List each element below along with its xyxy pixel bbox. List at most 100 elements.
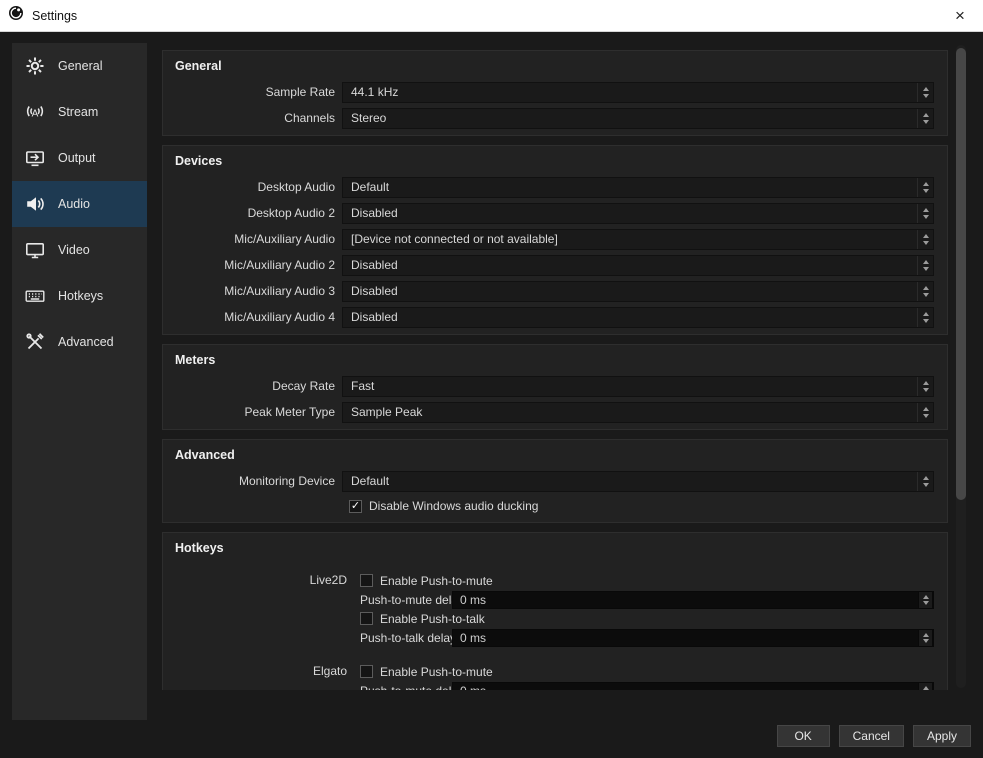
monitoring-device-select[interactable]: Default bbox=[342, 470, 934, 492]
select-value: Fast bbox=[351, 379, 375, 393]
settings-content: General Sample Rate 44.1 kHz Channels St… bbox=[162, 43, 948, 690]
close-icon[interactable]: × bbox=[945, 3, 975, 29]
select-value: Disabled bbox=[351, 206, 398, 220]
spinner-arrows[interactable] bbox=[917, 307, 933, 327]
chevron-up-icon bbox=[922, 475, 929, 480]
decay-rate-select[interactable]: Fast bbox=[342, 375, 934, 397]
push-to-mute-delay-input[interactable]: 0 ms bbox=[452, 590, 934, 609]
chevron-down-icon bbox=[922, 482, 929, 487]
apply-button[interactable]: Apply bbox=[912, 725, 971, 747]
sample-rate-select[interactable]: 44.1 kHz bbox=[342, 81, 934, 103]
chevron-down-icon bbox=[922, 214, 929, 219]
checkbox-label: Enable Push-to-talk bbox=[380, 611, 485, 626]
checkbox-label: Enable Push-to-mute bbox=[380, 664, 493, 679]
enable-push-to-talk-checkbox[interactable] bbox=[360, 612, 373, 625]
desktop-audio-select[interactable]: Default bbox=[342, 176, 934, 198]
select-value: Disabled bbox=[351, 284, 398, 298]
obs-logo-icon bbox=[8, 5, 24, 26]
disable-audio-ducking-checkbox[interactable] bbox=[349, 499, 362, 513]
chevron-up-icon bbox=[922, 112, 929, 117]
spinner-arrows[interactable] bbox=[917, 281, 933, 301]
form-row: Channels Stereo bbox=[175, 105, 934, 131]
field-label: Push-to-talk delay bbox=[360, 630, 457, 645]
hotkey-checkbox-row: Enable Push-to-mute bbox=[360, 571, 934, 590]
section-general: General Sample Rate 44.1 kHz Channels St… bbox=[162, 50, 948, 136]
scrollbar-thumb[interactable] bbox=[956, 48, 966, 500]
hotkey-group-live2d: Live2D Enable Push-to-mute Push-to-mute … bbox=[175, 571, 934, 647]
channels-select[interactable]: Stereo bbox=[342, 107, 934, 129]
spinner-arrows[interactable] bbox=[917, 82, 933, 102]
sidebar-item-audio[interactable]: Audio bbox=[12, 181, 147, 227]
spinner-arrows[interactable] bbox=[917, 108, 933, 128]
enable-push-to-mute-checkbox[interactable] bbox=[360, 574, 373, 587]
push-to-talk-delay-input[interactable]: 0 ms bbox=[452, 628, 934, 647]
form-row: Mic/Auxiliary Audio 2 Disabled bbox=[175, 252, 934, 278]
chevron-down-icon bbox=[922, 413, 929, 418]
mic-aux-audio-2-select[interactable]: Disabled bbox=[342, 254, 934, 276]
field-label: Desktop Audio 2 bbox=[247, 206, 335, 220]
mic-aux-audio-3-select[interactable]: Disabled bbox=[342, 280, 934, 302]
hotkey-checkbox-row: Enable Push-to-talk bbox=[360, 609, 934, 628]
section-devices: Devices Desktop Audio Default Desktop Au… bbox=[162, 145, 948, 335]
desktop-audio-2-select[interactable]: Disabled bbox=[342, 202, 934, 224]
spinner-arrows[interactable] bbox=[918, 590, 933, 609]
field-label: Mic/Auxiliary Audio 3 bbox=[224, 284, 335, 298]
select-value: Disabled bbox=[351, 310, 398, 324]
chevron-up-icon bbox=[922, 406, 929, 411]
field-label: Mic/Auxiliary Audio bbox=[234, 232, 335, 246]
sidebar-item-label: Audio bbox=[58, 197, 90, 211]
sidebar-item-hotkeys[interactable]: Hotkeys bbox=[12, 273, 147, 319]
mic-aux-audio-4-select[interactable]: Disabled bbox=[342, 306, 934, 328]
ok-button[interactable]: OK bbox=[776, 725, 830, 747]
form-row: Mic/Auxiliary Audio 4 Disabled bbox=[175, 304, 934, 330]
sidebar-item-general[interactable]: General bbox=[12, 43, 147, 89]
spinner-arrows[interactable] bbox=[917, 255, 933, 275]
peak-meter-type-select[interactable]: Sample Peak bbox=[342, 401, 934, 423]
chevron-up-icon bbox=[922, 380, 929, 385]
chevron-up-icon bbox=[922, 594, 929, 599]
select-value: Default bbox=[351, 474, 390, 488]
push-to-mute-delay-input[interactable]: 0 ms bbox=[452, 681, 934, 690]
spinner-arrows[interactable] bbox=[917, 203, 933, 223]
section-meters: Meters Decay Rate Fast Peak Meter Type S… bbox=[162, 344, 948, 430]
spinner-arrows[interactable] bbox=[917, 471, 933, 491]
section-title: Devices bbox=[175, 154, 223, 168]
field-label: Push-to-mute delay bbox=[360, 684, 464, 691]
chevron-up-icon bbox=[922, 233, 929, 238]
spinner-arrows[interactable] bbox=[918, 681, 933, 690]
chevron-up-icon bbox=[922, 311, 929, 316]
form-row: Desktop Audio Default bbox=[175, 174, 934, 200]
settings-window: Settings × General A Stream Output Audio… bbox=[0, 0, 983, 758]
input-value: 0 ms bbox=[460, 592, 487, 607]
spinner-arrows[interactable] bbox=[917, 229, 933, 249]
enable-push-to-mute-checkbox[interactable] bbox=[360, 665, 373, 678]
window-title: Settings bbox=[32, 8, 78, 23]
field-label: Monitoring Device bbox=[238, 474, 335, 488]
cancel-button[interactable]: Cancel bbox=[838, 725, 904, 747]
sidebar-item-video[interactable]: Video bbox=[12, 227, 147, 273]
mic-aux-audio-select[interactable]: [Device not connected or not available] bbox=[342, 228, 934, 250]
chevron-up-icon bbox=[922, 259, 929, 264]
chevron-up-icon bbox=[922, 632, 929, 637]
sidebar-item-stream[interactable]: A Stream bbox=[12, 89, 147, 135]
hotkey-rows: Enable Push-to-mute Push-to-mute delay 0… bbox=[347, 571, 934, 647]
form-row: Peak Meter Type Sample Peak bbox=[175, 399, 934, 425]
chevron-down-icon bbox=[922, 387, 929, 392]
spinner-arrows[interactable] bbox=[917, 402, 933, 422]
vertical-scrollbar[interactable] bbox=[956, 45, 966, 688]
section-title: Meters bbox=[175, 353, 216, 367]
field-label: Decay Rate bbox=[272, 379, 335, 393]
hotkey-group-label: Live2D bbox=[309, 573, 347, 587]
form-row: Mic/Auxiliary Audio [Device not connecte… bbox=[175, 226, 934, 252]
chevron-down-icon bbox=[922, 93, 929, 98]
select-value: Stereo bbox=[351, 111, 387, 125]
chevron-up-icon bbox=[922, 86, 929, 91]
hotkey-spin-row: Push-to-mute delay 0 ms bbox=[360, 590, 934, 609]
spinner-arrows[interactable] bbox=[918, 628, 933, 647]
sidebar-item-output[interactable]: Output bbox=[12, 135, 147, 181]
sidebar-item-advanced[interactable]: Advanced bbox=[12, 319, 147, 365]
speaker-icon bbox=[23, 192, 47, 216]
sidebar-item-label: Stream bbox=[58, 105, 99, 119]
spinner-arrows[interactable] bbox=[917, 376, 933, 396]
spinner-arrows[interactable] bbox=[917, 177, 933, 197]
